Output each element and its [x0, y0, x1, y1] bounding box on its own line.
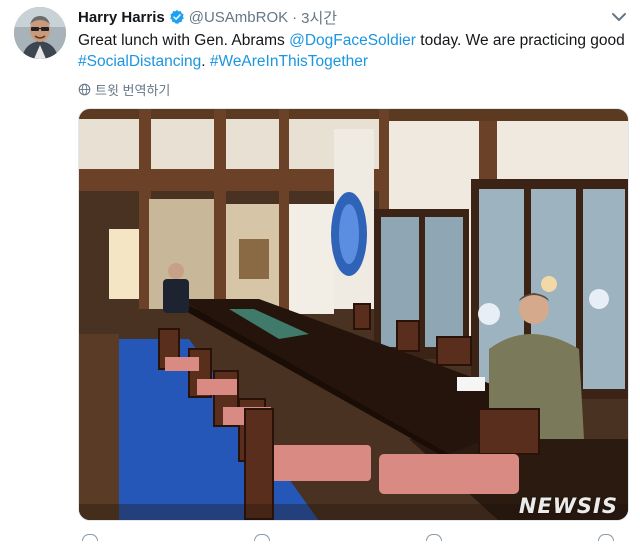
avatar[interactable]	[14, 7, 66, 59]
tweet-text-separator: .	[201, 53, 210, 70]
author-name[interactable]: Harry Harris	[78, 9, 165, 26]
translate-label: 트윗 번역하기	[95, 82, 171, 98]
chevron-down-icon[interactable]	[611, 11, 627, 23]
globe-icon	[78, 83, 91, 95]
like-icon[interactable]	[426, 534, 442, 541]
tweet-actions	[78, 534, 618, 544]
mention-link[interactable]: @DogFaceSoldier	[289, 32, 416, 49]
author-handle[interactable]: @USAmbROK	[189, 9, 288, 26]
tweet-text-intro: Great lunch with Gen. Abrams	[78, 32, 290, 49]
tweet-timestamp[interactable]: 3시간	[301, 7, 337, 28]
share-icon[interactable]	[598, 534, 614, 541]
news-watermark: NEWSIS	[518, 494, 618, 518]
avatar-image	[14, 7, 66, 59]
verified-badge-icon	[169, 10, 184, 24]
tweet-text-continued: today. We are practicing good	[415, 32, 625, 49]
header-separator: ·	[292, 8, 298, 26]
dining-room-photo	[79, 109, 628, 520]
hashtag-link-together[interactable]: #WeAreInThisTogether	[210, 53, 368, 70]
tweet-text: Great lunch with Gen. Abrams @DogFaceSol…	[78, 30, 630, 72]
translate-tweet-link[interactable]: 트윗 번역하기	[78, 80, 170, 98]
retweet-icon[interactable]	[254, 534, 270, 541]
tweet-photo[interactable]: NEWSIS	[78, 108, 629, 521]
reply-icon[interactable]	[82, 534, 98, 541]
hashtag-link-social-distancing[interactable]: #SocialDistancing	[78, 53, 201, 70]
tweet-header: Harry Harris @USAmbROK · 3시간	[78, 7, 337, 27]
